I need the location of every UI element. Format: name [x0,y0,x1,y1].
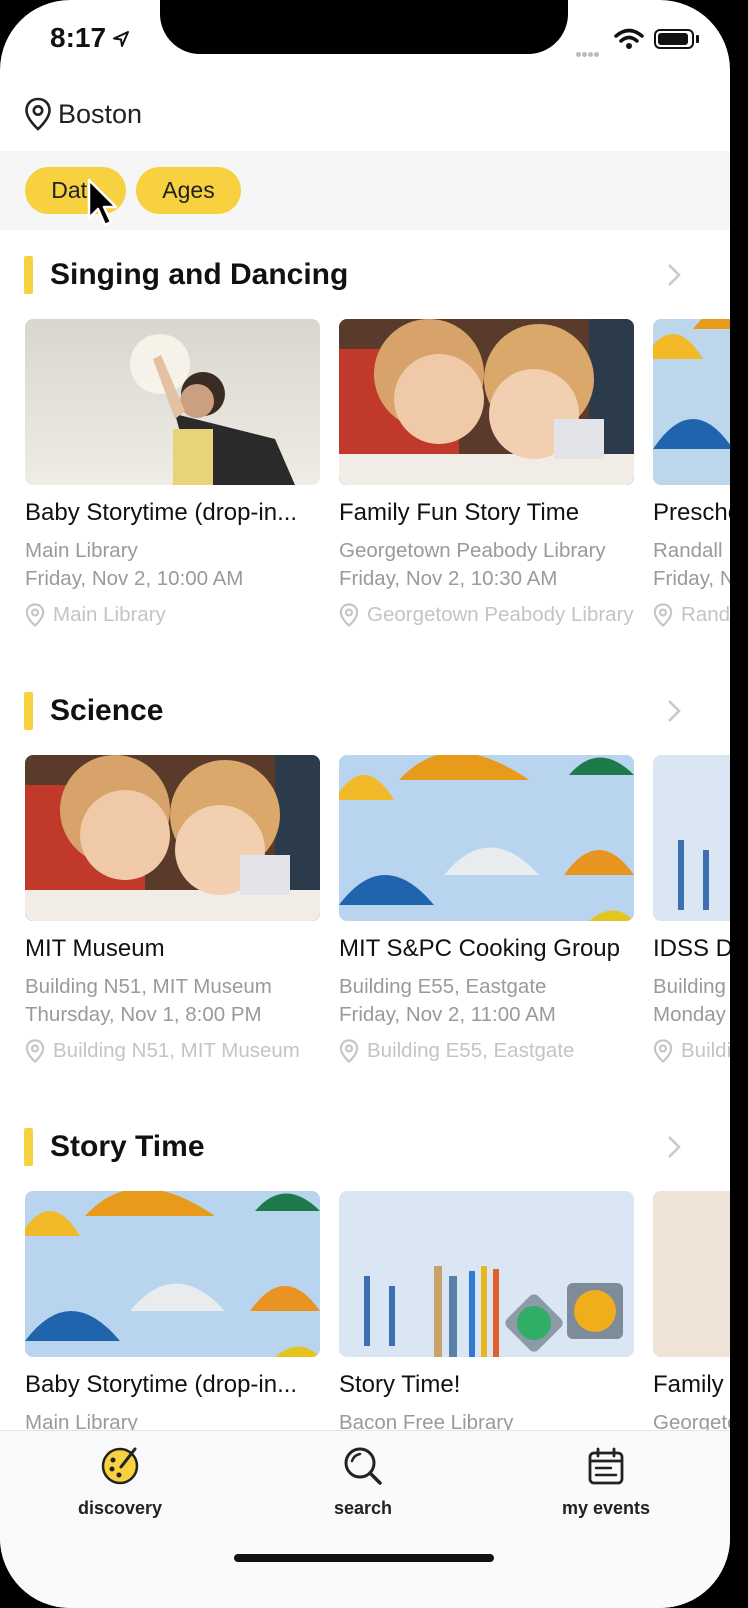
event-card[interactable]: IDSS D Building Monday Building [653,755,730,1063]
event-title: MIT S&PC Cooking Group [339,935,621,962]
mouse-cursor-icon [87,178,118,227]
event-image-umbrellas [25,1191,320,1357]
event-place: Georgetown Peabody Library [339,539,606,562]
tab-label: my events [561,1498,651,1518]
event-image-umbrellas [339,755,634,921]
event-venue-label: Building N51, MIT Museum [53,1039,300,1062]
venue-pin-icon [25,603,45,627]
battery-icon [654,29,694,49]
section-title: Science [50,694,164,727]
event-venue-label: Georgetown Peabody Library [367,603,634,626]
event-title: Baby Storytime (drop-in... [25,1371,298,1398]
calendar-icon [588,1447,624,1485]
event-title: Baby Storytime (drop-in... [25,499,298,526]
event-place: Building [653,975,726,998]
event-card[interactable]: Family Georgetown [653,1191,730,1437]
event-image-child-cape [25,319,320,485]
venue-pin-icon [653,1039,673,1063]
event-venue: Randall [653,603,730,627]
chevron-right-icon[interactable] [666,698,682,724]
event-carousel[interactable]: MIT Museum Building N51, MIT Museum Thur… [25,755,730,1095]
location-selector[interactable]: Boston [24,94,142,134]
tab-bar: discovery search my events [0,1430,730,1608]
event-venue: Main Library [25,603,320,627]
event-card[interactable]: Baby Storytime (drop-in... Main Library [25,1191,320,1437]
event-venue-label: Randall [681,603,730,626]
venue-pin-icon [653,603,673,627]
section-accent-bar [24,1128,33,1166]
tab-search[interactable]: search [283,1445,443,1519]
event-image-kids-drawing [339,319,634,485]
venue-pin-icon [339,1039,359,1063]
event-image-art-supplies [653,755,730,921]
event-place: Main Library [25,539,138,562]
event-venue-label: Main Library [53,603,166,626]
event-card[interactable]: Family Fun Story Time Georgetown Peabody… [339,319,634,627]
chevron-right-icon[interactable] [666,1134,682,1160]
event-datetime: Monday [653,1003,726,1026]
event-image-art-supplies [339,1191,634,1357]
location-pin-icon [25,97,51,131]
home-indicator [234,1554,494,1562]
ages-filter-chip[interactable]: Ages [136,167,241,214]
event-image-sky [653,1191,730,1357]
event-datetime: Friday, Nov 2, 10:30 AM [339,567,558,590]
event-place: Randall [653,539,723,562]
event-datetime: Friday, Nov 2, 10:00 AM [25,567,244,590]
event-card[interactable]: MIT S&PC Cooking Group Building E55, Eas… [339,755,634,1063]
event-title: MIT Museum [25,935,165,962]
event-title: Family [653,1371,724,1398]
event-title: Preschool [653,499,730,526]
event-image-kids-drawing [25,755,320,921]
battery-tip [696,35,699,43]
signal-icon [576,44,606,57]
status-bar: 8:17 [0,0,730,80]
device-notch [160,0,568,54]
event-title: Family Fun Story Time [339,499,580,526]
event-datetime: Friday, Nov [653,567,730,590]
app-screen: 8:17 Boston Date Ages Singing and Dancin… [0,0,730,1608]
wifi-icon [614,28,644,49]
chevron-right-icon[interactable] [666,262,682,288]
tab-label: discovery [77,1498,163,1518]
event-venue: Building E55, Eastgate [339,1039,634,1063]
event-venue: Georgetown Peabody Library [339,603,634,627]
status-time: 8:17 [50,22,107,53]
section-accent-bar [24,256,33,294]
venue-pin-icon [25,1039,45,1063]
section-title: Story Time [50,1130,205,1163]
event-carousel[interactable]: Baby Storytime (drop-in... Main Library … [25,319,730,659]
event-card[interactable]: Baby Storytime (drop-in... Main Library … [25,319,320,627]
event-datetime: Thursday, Nov 1, 8:00 PM [25,1003,262,1026]
event-venue: Building N51, MIT Museum [25,1039,320,1063]
section-accent-bar [24,692,33,730]
event-card[interactable]: Preschool Randall Friday, Nov Randall [653,319,730,627]
event-venue-label: Building E55, Eastgate [367,1039,575,1062]
event-image-umbrellas [653,319,730,485]
section-title: Singing and Dancing [50,258,349,291]
tab-discovery[interactable]: discovery [40,1445,200,1519]
event-place: Building N51, MIT Museum [25,975,272,998]
palette-icon [101,1447,139,1485]
event-place: Building E55, Eastgate [339,975,547,998]
event-title: IDSS D [653,935,730,962]
event-card[interactable]: MIT Museum Building N51, MIT Museum Thur… [25,755,320,1063]
tab-my-events[interactable]: my events [526,1445,686,1519]
venue-pin-icon [339,603,359,627]
event-title: Story Time! [339,1371,461,1398]
location-label: Boston [58,98,143,129]
search-icon [344,1447,382,1485]
event-venue: Building [653,1039,730,1063]
tab-label: search [333,1498,393,1518]
event-venue-label: Building [681,1039,730,1062]
event-card[interactable]: Story Time! Bacon Free Library [339,1191,634,1437]
location-arrow-icon [113,31,129,47]
event-datetime: Friday, Nov 2, 11:00 AM [339,1003,556,1026]
